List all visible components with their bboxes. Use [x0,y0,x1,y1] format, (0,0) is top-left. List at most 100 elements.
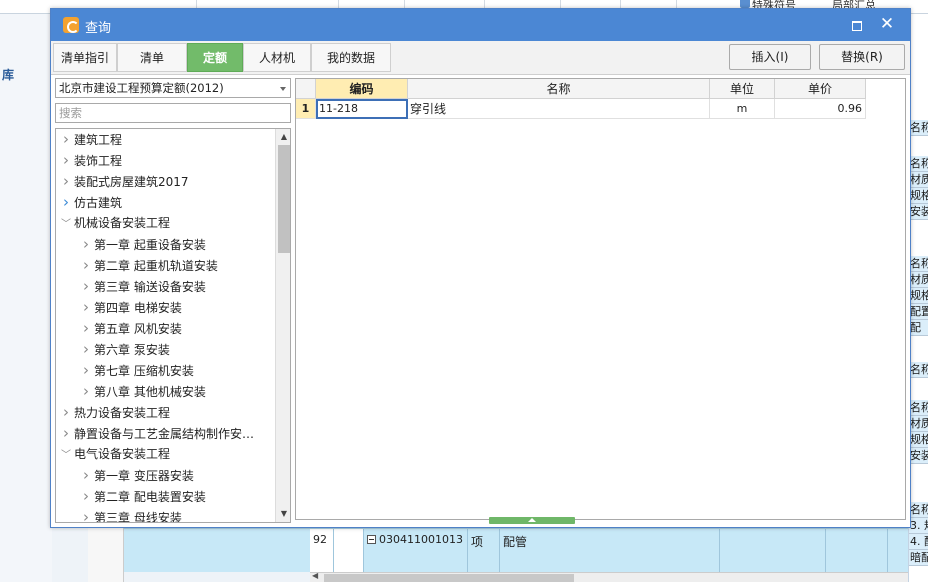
chevron-right-icon[interactable]: › [78,486,94,507]
restore-window-button[interactable] [847,17,865,33]
col-header-name[interactable]: 名称 [408,79,710,99]
row-code: 030411001013 [379,533,463,546]
chevron-right-icon[interactable]: › [58,423,74,444]
tree-item-label: 静置设备与工艺金属结构制作安… [74,427,255,441]
col-header-price[interactable]: 单价 [775,79,866,99]
chevron-right-icon[interactable]: › [78,276,94,297]
description-cell: 安装 [909,204,928,220]
dialog-titlebar[interactable]: 查询 ✕ [51,9,910,41]
tree-item[interactable]: › 第八章 其他机械安装 [78,381,206,402]
insert-button[interactable]: 插入(I) [729,44,811,70]
tree-item[interactable]: › 第一章 起重设备安装 [78,234,206,255]
tree-item[interactable]: › 第一章 变压器安装 [78,465,194,486]
row-code-cell[interactable]: 030411001013 [364,529,468,573]
chevron-right-icon[interactable]: › [78,465,94,486]
tree-item[interactable]: › 静置设备与工艺金属结构制作安… [58,423,254,444]
replace-button[interactable]: 替换(R) [819,44,905,70]
description-cell: 名称 [909,400,928,416]
tree-item-label: 热力设备安装工程 [74,406,171,420]
chevron-right-icon[interactable]: › [58,129,74,150]
chevron-right-icon[interactable]: › [78,339,94,360]
row-type: 项 [468,529,500,573]
cell-price[interactable]: 0.96 [775,99,866,119]
tab-bill[interactable]: 清单 [117,43,187,72]
col-header-unit[interactable]: 单位 [710,79,775,99]
scroll-left-icon[interactable]: ◀ [312,571,318,580]
description-cell: 名称 [909,362,928,378]
col-header-code[interactable]: 编码 [316,79,408,99]
chevron-right-icon[interactable]: › [58,150,74,171]
chevron-right-icon[interactable]: › [78,297,94,318]
quota-library-select[interactable]: 北京市建设工程预算定额(2012) [55,78,291,98]
row-number[interactable]: 1 [296,99,316,119]
tab-quota[interactable]: 定额 [187,43,243,72]
tree-item-label: 第三章 输送设备安装 [94,280,206,294]
app-logo-icon [63,17,79,33]
tab-bill-guide[interactable]: 清单指引 [53,43,117,72]
tree-item-label: 第一章 变压器安装 [94,469,194,483]
chevron-right-icon[interactable]: › [78,507,94,522]
cell-code[interactable]: 11-218 [316,99,408,119]
chevron-right-icon[interactable]: › [58,171,74,192]
tree-item[interactable]: › 第六章 泵安装 [78,339,170,360]
close-dialog-button[interactable]: ✕ [877,14,897,34]
panel-collapse-handle[interactable] [489,517,575,524]
description-cell: 规格 [909,188,928,204]
chevron-right-icon[interactable]: › [78,381,94,402]
close-icon: ✕ [879,14,895,34]
background-column-strip [88,528,124,582]
tree-item[interactable]: › 第三章 母线安装 [78,507,182,522]
description-cell: 材质 [909,172,928,188]
chevron-right-icon[interactable]: › [78,255,94,276]
chevron-right-icon[interactable]: › [58,192,74,213]
tree-item-label: 仿古建筑 [74,196,123,210]
chevron-right-icon[interactable]: › [78,360,94,381]
chevron-right-icon[interactable]: › [78,234,94,255]
scrollbar-thumb[interactable] [324,574,574,582]
dropdown-arrow-icon[interactable] [280,87,286,91]
tree-vertical-scrollbar[interactable]: ▲ ▼ [275,129,290,522]
description-cell: 安装 [909,448,928,464]
description-cell: 名称 [909,256,928,272]
description-cell: 材质 [909,272,928,288]
tree-item[interactable]: › 装饰工程 [58,150,122,171]
tree-item[interactable]: › 建筑工程 [58,129,122,150]
quota-library-value: 北京市建设工程预算定额(2012) [59,81,224,95]
scroll-up-icon[interactable]: ▲ [276,129,290,145]
tree-item[interactable]: › 第七章 压缩机安装 [78,360,194,381]
description-cell: 配置 [909,304,928,320]
tree-item[interactable]: ﹀ 电气设备安装工程 [58,444,170,465]
minus-box-icon[interactable] [367,535,376,544]
scrollbar-thumb[interactable] [278,145,290,253]
tree-item-label: 装饰工程 [74,154,123,168]
chevron-down-icon[interactable]: ﹀ [58,445,74,466]
tree-item[interactable]: › 仿古建筑 [58,192,122,213]
tree-item[interactable]: › 第五章 风机安装 [78,318,182,339]
tree-item[interactable]: › 第二章 配电装置安装 [78,486,206,507]
search-input[interactable] [55,103,291,123]
tree-item[interactable]: › 第三章 输送设备安装 [78,276,206,297]
cell-unit[interactable]: m [710,99,775,119]
tree-item-label: 第四章 电梯安装 [94,301,182,315]
tree-item[interactable]: › 热力设备安装工程 [58,402,170,423]
description-cell: 4. 配置 [909,534,928,550]
tree-item-label: 建筑工程 [74,133,123,147]
cell-name[interactable]: 穿引线 [408,99,710,119]
tree-item[interactable]: ﹀ 机械设备安装工程 [58,213,170,234]
grid-corner [296,79,316,99]
chevron-right-icon[interactable]: › [78,318,94,339]
tree-item[interactable]: › 第四章 电梯安装 [78,297,182,318]
chapter-tree: › 建筑工程 › 装饰工程 › 装配式房屋建筑2017 › 仿古建筑 ﹀ 机械设备安装工程 › 第一章… [55,128,291,523]
chevron-right-icon[interactable]: › [58,402,74,423]
tree-item[interactable]: › 第二章 起重机轨道安装 [78,255,218,276]
tab-my-data[interactable]: 我的数据 [311,43,391,72]
tree-item[interactable]: › 装配式房屋建筑2017 [58,171,189,192]
chevron-down-icon[interactable]: ﹀ [58,214,74,235]
background-table-row[interactable]: 92 030411001013 项 配管 [124,528,908,573]
background-horizontal-scrollbar[interactable]: ◀ [310,571,908,582]
tab-labor-material-machine[interactable]: 人材机 [243,43,311,72]
tree-item-label: 第六章 泵安装 [94,343,170,357]
scroll-down-icon[interactable]: ▼ [276,506,290,522]
special-symbol-icon[interactable] [740,0,750,8]
query-dialog: 查询 ✕ 清单指引 清单 定额 人材机 我的数据 插入(I) 替换(R) 北京市… [50,8,911,528]
